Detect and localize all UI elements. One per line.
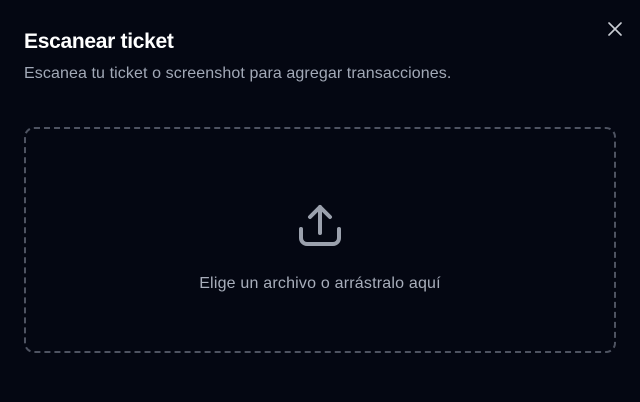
file-dropzone[interactable]: Elige un archivo o arrástralo aquí — [24, 127, 616, 353]
close-icon — [608, 22, 622, 36]
dialog-title: Escanear ticket — [24, 30, 174, 53]
upload-icon — [299, 205, 341, 246]
scan-ticket-dialog: Escanear ticket Escanea tu ticket o scre… — [0, 0, 640, 402]
close-button[interactable] — [606, 20, 624, 38]
dialog-subtitle: Escanea tu ticket o screenshot para agre… — [24, 65, 452, 82]
dropzone-label: Elige un archivo o arrástralo aquí — [199, 275, 441, 292]
